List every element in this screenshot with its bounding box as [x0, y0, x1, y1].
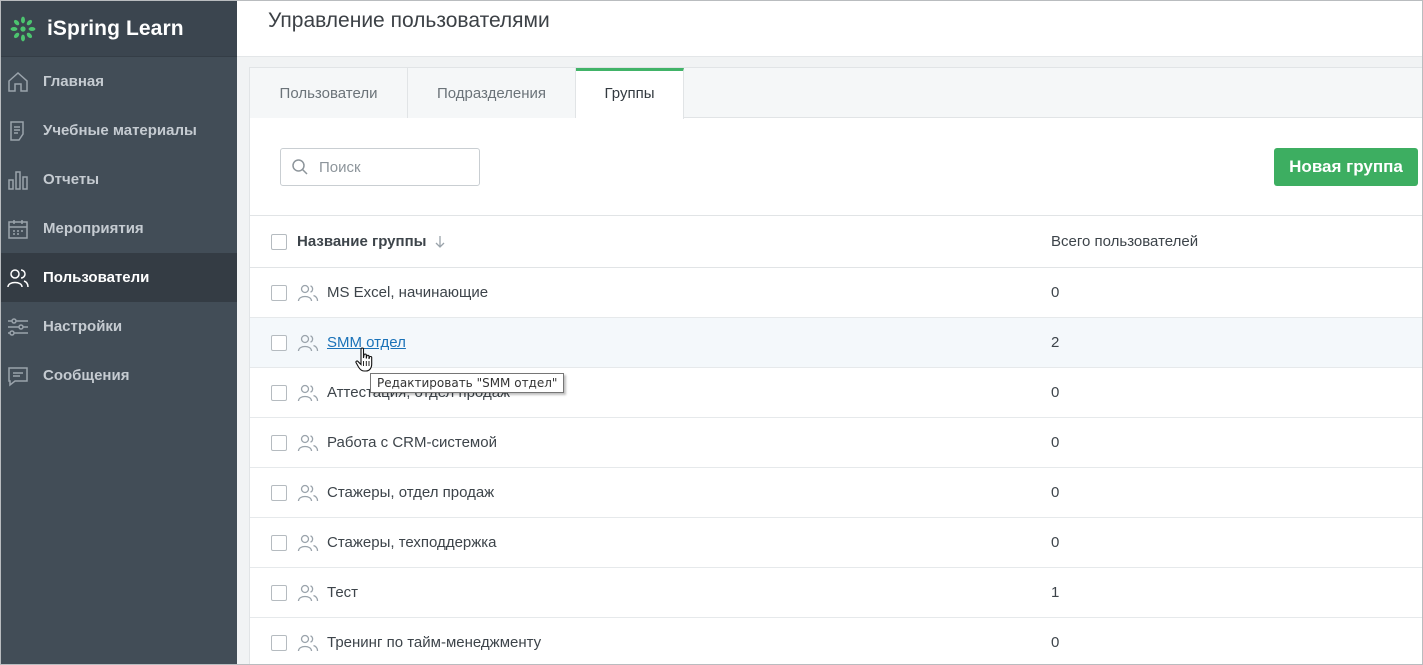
table-row: Работа с CRM-системой 0 [250, 418, 1422, 468]
groups-card: Пользователи Подразделения Группы Новая … [249, 67, 1422, 664]
search-input[interactable] [319, 158, 469, 176]
page-title: Управление пользователями [268, 9, 550, 32]
row-checkbox[interactable] [271, 484, 287, 501]
user-count: 2 [1051, 334, 1060, 351]
group-icon [297, 284, 319, 301]
row-checkbox[interactable] [271, 634, 287, 651]
sidebar-item-reports[interactable]: Отчеты [1, 155, 237, 204]
group-icon [297, 484, 319, 501]
row-checkbox[interactable] [271, 584, 287, 601]
row-checkbox[interactable] [271, 534, 287, 551]
group-icon [297, 584, 319, 601]
logo[interactable]: iSpring Learn [1, 1, 237, 57]
sidebar-item-label: Настройки [43, 318, 123, 335]
column-header-name[interactable]: Название группы [297, 233, 446, 250]
row-checkbox[interactable] [271, 334, 287, 351]
main-content: Управление пользователями Пользователи П… [237, 1, 1422, 664]
table-header: Название группы Всего пользователей [250, 216, 1422, 268]
row-checkbox[interactable] [271, 434, 287, 451]
materials-icon [6, 119, 30, 143]
hand-pointer-cursor-icon [355, 347, 373, 372]
table-row: Тест 1 [250, 568, 1422, 618]
user-count: 0 [1051, 534, 1060, 551]
sidebar: iSpring Learn Главная Учебные материалы … [1, 1, 237, 664]
tabs: Пользователи Подразделения Группы [250, 68, 1422, 119]
column-header-total[interactable]: Всего пользователей [1051, 233, 1198, 250]
user-count: 0 [1051, 284, 1060, 301]
app-window: iSpring Learn Главная Учебные материалы … [0, 0, 1423, 665]
search-icon [292, 159, 308, 175]
sidebar-item-home[interactable]: Главная [1, 57, 237, 106]
user-count: 0 [1051, 634, 1060, 651]
sidebar-nav: Главная Учебные материалы Отчеты Меропри… [1, 57, 237, 400]
sidebar-item-settings[interactable]: Настройки [1, 302, 237, 351]
tab-users[interactable]: Пользователи [250, 68, 408, 118]
user-count: 0 [1051, 384, 1060, 401]
sidebar-item-materials[interactable]: Учебные материалы [1, 106, 237, 155]
table-row: Стажеры, отдел продаж 0 [250, 468, 1422, 518]
table-row: Тренинг по тайм-менеджменту 0 [250, 618, 1422, 664]
tab-groups[interactable]: Группы [576, 68, 684, 119]
settings-sliders-icon [6, 315, 30, 339]
table-row: SMM отдел 2 [250, 318, 1422, 368]
group-name[interactable]: Стажеры, техподдержка [327, 534, 497, 551]
sidebar-item-label: Главная [43, 73, 105, 90]
toolbar: Новая группа [250, 118, 1422, 216]
group-name[interactable]: Работа с CRM-системой [327, 434, 497, 451]
sidebar-item-label: Мероприятия [43, 220, 144, 237]
user-count: 0 [1051, 484, 1060, 501]
group-icon [297, 434, 319, 451]
user-count: 0 [1051, 434, 1060, 451]
sidebar-item-label: Сообщения [43, 367, 130, 384]
group-name[interactable]: Тренинг по тайм-менеджменту [327, 634, 541, 651]
users-icon [6, 266, 30, 290]
user-count: 1 [1051, 584, 1060, 601]
row-checkbox[interactable] [271, 284, 287, 301]
sidebar-item-label: Пользователи [43, 269, 150, 286]
table-row: MS Excel, начинающие 0 [250, 268, 1422, 318]
tab-departments[interactable]: Подразделения [408, 68, 576, 118]
sidebar-item-label: Учебные материалы [43, 122, 197, 139]
group-name[interactable]: Стажеры, отдел продаж [327, 484, 494, 501]
new-group-button[interactable]: Новая группа [1274, 148, 1418, 186]
sort-arrow-down-icon[interactable] [434, 235, 446, 249]
group-icon [297, 534, 319, 551]
table-row: Стажеры, техподдержка 0 [250, 518, 1422, 568]
column-header-name-label: Название группы [297, 233, 427, 250]
page-header: Управление пользователями [237, 1, 1422, 57]
group-icon [297, 334, 319, 351]
group-icon [297, 634, 319, 651]
reports-icon [6, 168, 30, 192]
edit-tooltip: Редактировать "SMM отдел" [370, 373, 565, 393]
sidebar-item-users[interactable]: Пользователи [1, 253, 237, 302]
group-name[interactable]: Тест [327, 584, 358, 601]
calendar-icon [6, 217, 30, 241]
row-checkbox[interactable] [271, 384, 287, 401]
search-box[interactable] [280, 148, 480, 186]
sidebar-item-messages[interactable]: Сообщения [1, 351, 237, 400]
app-name: iSpring Learn [47, 16, 184, 40]
group-icon [297, 384, 319, 401]
ispring-logo-icon [10, 16, 36, 41]
sidebar-item-events[interactable]: Мероприятия [1, 204, 237, 253]
group-name[interactable]: MS Excel, начинающие [327, 284, 488, 301]
messages-icon [6, 364, 30, 388]
sidebar-item-label: Отчеты [43, 171, 100, 188]
select-all-checkbox[interactable] [271, 233, 287, 250]
home-icon [6, 70, 30, 94]
